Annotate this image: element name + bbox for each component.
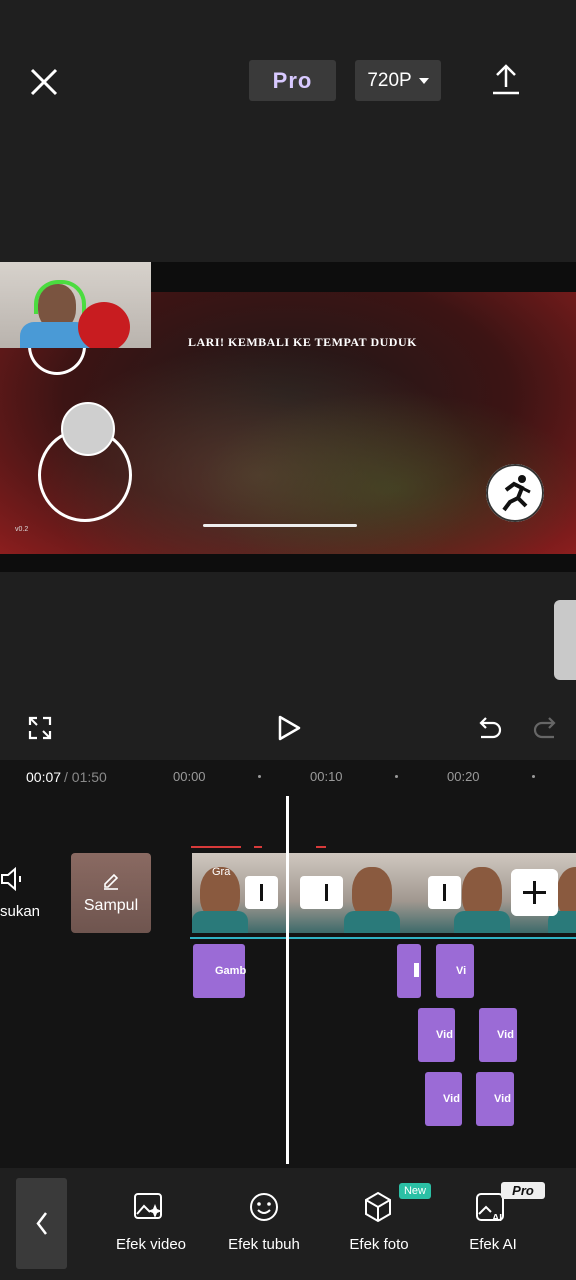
webcam-overlay[interactable] xyxy=(0,262,151,348)
effect-clip-label: Vid xyxy=(494,1093,511,1105)
headphones-icon xyxy=(34,280,86,314)
audio-peak-marker xyxy=(254,846,262,848)
effect-clip[interactable]: Vid xyxy=(418,1008,455,1062)
effect-clip[interactable]: Vi xyxy=(436,944,474,998)
resolution-dropdown[interactable]: 720P xyxy=(355,60,441,101)
clip-frame xyxy=(454,911,510,933)
toolbar-item-efek-ai[interactable]: Efek AI xyxy=(438,1236,548,1253)
pro-badge-small: Pro xyxy=(501,1182,545,1199)
svg-text:AI: AI xyxy=(492,1213,502,1224)
caret-down-icon xyxy=(418,77,429,84)
ruler-dot xyxy=(532,775,535,778)
resolution-value: 720P xyxy=(367,69,412,91)
side-panel-handle[interactable] xyxy=(554,600,576,680)
close-icon[interactable] xyxy=(26,64,62,100)
body-effect-icon[interactable] xyxy=(247,1190,281,1224)
effect-clip-label: Gamb xyxy=(215,965,247,977)
redo-icon[interactable] xyxy=(532,715,560,741)
effect-clip[interactable]: Vid xyxy=(425,1072,462,1126)
video-effect-icon[interactable] xyxy=(132,1190,166,1224)
export-icon[interactable] xyxy=(490,63,522,97)
clip-label: Gra xyxy=(212,866,231,878)
cover-thumbnail[interactable] xyxy=(71,853,151,933)
effect-clip-label: Vi xyxy=(456,965,467,977)
game-version: v0.2 xyxy=(15,526,29,533)
joystick-knob xyxy=(61,402,115,456)
pro-badge[interactable]: Pro xyxy=(249,60,336,101)
game-caption: LARI! KEMBALI KE TEMPAT DUDUK xyxy=(188,335,417,349)
audio-peak-marker xyxy=(316,846,326,848)
effect-clip[interactable]: Gamb xyxy=(193,944,247,998)
edit-pencil-icon xyxy=(104,873,119,890)
total-time: / 01:50 xyxy=(64,769,107,785)
audio-peak-marker xyxy=(191,846,241,848)
effect-clip-handle xyxy=(414,963,419,977)
toolbar-item-efek-tubuh[interactable]: Efek tubuh xyxy=(209,1236,319,1253)
effect-clip-label: Vid xyxy=(436,1029,453,1041)
split-marker[interactable] xyxy=(428,876,461,909)
ruler-tick-1: 00:10 xyxy=(310,769,343,784)
toolbar-item-efek-foto[interactable]: Efek foto xyxy=(324,1236,434,1253)
effect-clip[interactable]: Vid xyxy=(479,1008,517,1062)
speaker-icon[interactable] xyxy=(0,866,26,892)
playhead[interactable] xyxy=(286,796,289,1164)
plush-toy xyxy=(78,302,130,348)
toolbar-item-efek-video[interactable]: Efek video xyxy=(96,1236,206,1253)
ruler-dot xyxy=(258,775,261,778)
preview-progress-line xyxy=(203,524,357,527)
ruler-dot xyxy=(395,775,398,778)
photo-effect-icon[interactable] xyxy=(361,1190,395,1224)
effect-clip-label: Vid xyxy=(443,1093,460,1105)
effect-clip-label: Vid xyxy=(497,1029,514,1041)
current-time: 00:07 xyxy=(26,769,62,785)
split-marker[interactable] xyxy=(310,876,343,909)
ruler-tick-2: 00:20 xyxy=(447,769,480,784)
effect-clip[interactable]: Vid xyxy=(476,1072,514,1126)
undo-icon[interactable] xyxy=(475,715,503,741)
cover-label: Sampul xyxy=(83,897,139,914)
add-clip-button[interactable] xyxy=(511,869,558,916)
ruler-tick-0: 00:00 xyxy=(173,769,206,784)
split-marker[interactable] xyxy=(245,876,278,909)
main-track-line xyxy=(190,937,576,939)
clip-frame xyxy=(344,911,400,933)
bottom-toolbar xyxy=(0,1168,576,1280)
audio-track-label[interactable]: sukan xyxy=(0,903,40,920)
new-badge: New xyxy=(399,1183,431,1199)
play-icon[interactable] xyxy=(276,714,302,742)
fullscreen-icon[interactable] xyxy=(28,716,52,740)
run-icon xyxy=(486,464,544,522)
back-button[interactable] xyxy=(16,1178,67,1269)
clip-frame xyxy=(192,911,248,933)
effect-clip[interactable] xyxy=(397,944,421,998)
